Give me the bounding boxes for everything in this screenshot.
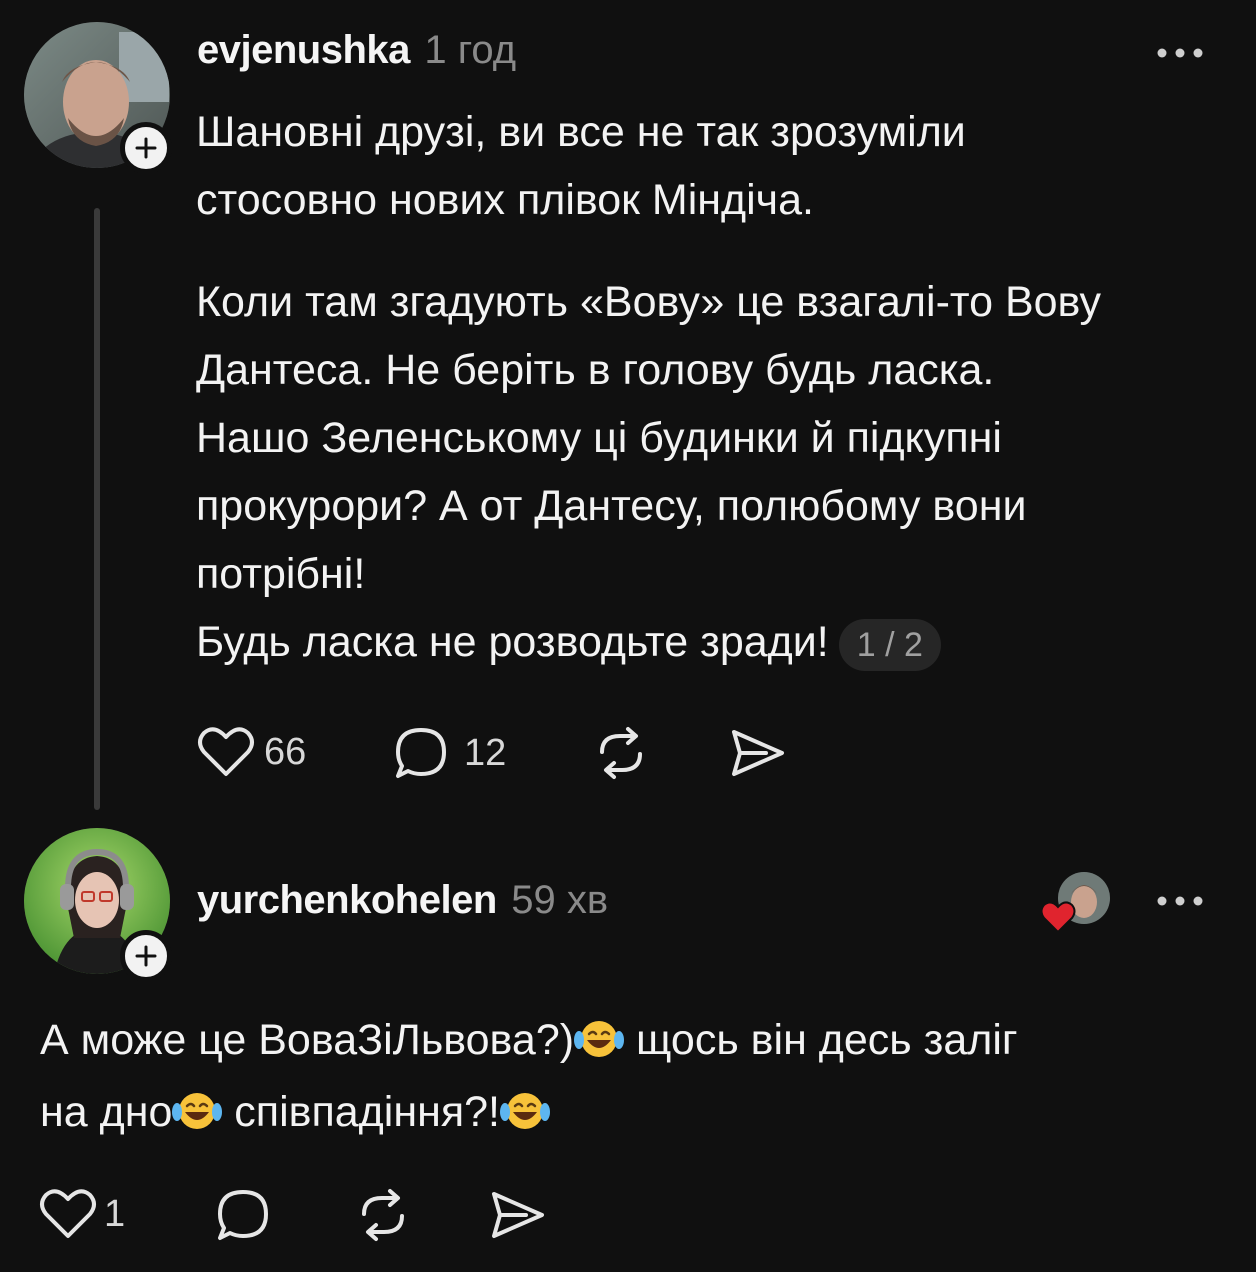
reply-count: 12: [464, 731, 507, 774]
thread-line: [94, 208, 100, 810]
repost-button[interactable]: [590, 724, 652, 787]
post-body-paragraph-2: Коли там згадують «Вову» це взагалі-то В…: [196, 268, 1236, 676]
text-line: Будь ласка не розводьте зради! 1 / 2: [196, 608, 1236, 676]
more-options-button[interactable]: [1150, 38, 1210, 68]
text-segment: співпадіння?!: [222, 1088, 500, 1136]
text-line: Нашо Зеленському ці будинки й підкупні: [196, 414, 1002, 462]
liked-by-author-indicator: [1040, 872, 1112, 936]
post-time[interactable]: 1 год: [424, 28, 516, 72]
text-line: А може це ВоваЗіЛьвова?) щось він десь з…: [40, 1004, 1240, 1076]
text-segment: щось він десь заліг: [624, 1016, 1018, 1064]
follow-button-evjenushka[interactable]: [120, 122, 172, 174]
post-body-paragraph-1: Шановні друзі, ви все не так зрозуміли с…: [196, 98, 1236, 234]
more-options-button[interactable]: [1150, 886, 1210, 916]
text-line: стосовно нових плівок Міндіча.: [196, 176, 814, 224]
text-segment: А може це ВоваЗіЛьвова?): [40, 1016, 575, 1064]
heart-outline-icon: [198, 727, 254, 776]
post-header: yurchenkohelen 59 хв: [197, 878, 608, 923]
post2-body: А може це ВоваЗіЛьвова?) щось він десь з…: [40, 1004, 1240, 1148]
more-horizontal-icon: [1157, 896, 1203, 906]
share-button[interactable]: [486, 1186, 548, 1249]
face-with-tears-of-joy-emoji: [574, 1021, 625, 1057]
like-count: 1: [104, 1192, 126, 1235]
repost-arrows-icon: [600, 727, 642, 779]
username-evjenushka[interactable]: evjenushka: [197, 28, 410, 72]
post-time[interactable]: 59 хв: [511, 878, 608, 922]
text-line: на дно співпадіння?!: [40, 1076, 1240, 1148]
repost-arrows-icon: [362, 1189, 404, 1241]
text-line: Шановні друзі, ви все не так зрозуміли: [196, 108, 966, 156]
text-segment: на дно: [40, 1088, 173, 1136]
reply-button[interactable]: [214, 1186, 272, 1249]
face-with-tears-of-joy-emoji: [172, 1093, 223, 1129]
text-line: прокурори? А от Дантесу, полюбому вони: [196, 482, 1027, 530]
text-line: потрібні!: [196, 550, 366, 598]
like-count: 66: [264, 730, 307, 773]
last-line: Будь ласка не розводьте зради!: [196, 618, 829, 666]
username-yurchenkohelen[interactable]: yurchenkohelen: [197, 878, 497, 922]
speech-bubble-icon: [218, 1190, 268, 1240]
like-button[interactable]: 1: [38, 1186, 125, 1242]
plus-icon: [135, 945, 157, 967]
share-button[interactable]: [726, 724, 788, 787]
text-line: Дантеса. Не беріть в голову будь ласка.: [196, 346, 995, 394]
plus-icon: [135, 137, 157, 159]
reply-button[interactable]: 12: [392, 724, 506, 782]
speech-bubble-icon: [396, 728, 446, 778]
more-horizontal-icon: [1157, 48, 1203, 58]
post-header: evjenushka 1 год: [197, 28, 516, 73]
heart-outline-icon: [40, 1189, 96, 1238]
carousel-pager[interactable]: 1 / 2: [838, 618, 941, 671]
follow-button-yurchenkohelen[interactable]: [120, 930, 172, 982]
face-with-tears-of-joy-emoji: [499, 1093, 550, 1129]
send-icon: [492, 1192, 544, 1238]
send-icon: [732, 730, 784, 776]
like-button[interactable]: 66: [196, 724, 306, 780]
repost-button[interactable]: [352, 1186, 414, 1249]
red-heart-icon: [1040, 901, 1076, 934]
text-line: Коли там згадують «Вову» це взагалі-то В…: [196, 278, 1101, 326]
